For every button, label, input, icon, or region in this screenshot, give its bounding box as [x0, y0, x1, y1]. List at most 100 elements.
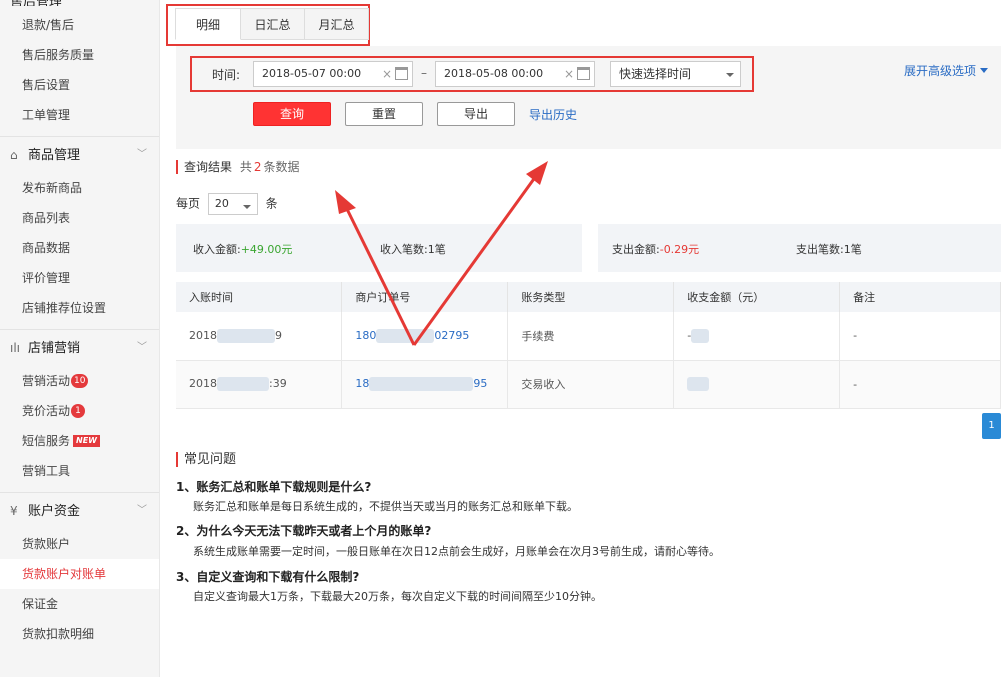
- sidebar-item-after-sales-settings[interactable]: 售后设置: [0, 70, 159, 100]
- quick-time-select[interactable]: 快速选择时间: [610, 61, 741, 87]
- column-header: 入账时间: [176, 282, 343, 312]
- page-size-value: 20: [214, 197, 229, 210]
- cell-type: 交易收入: [507, 360, 675, 409]
- sidebar-item-label: 竞价活动: [22, 404, 71, 418]
- income-count-value: 1笔: [427, 243, 446, 256]
- faq-answer: 账务汇总和账单是每日系统生成的，不提供当天或当月的账务汇总和账单下载。: [193, 500, 578, 513]
- expense-count: 支出笔数:1笔: [796, 241, 862, 257]
- sidebar-item-deduction-detail[interactable]: 货款扣款明细: [0, 619, 159, 649]
- expense-count-label: 支出笔数:: [796, 243, 844, 256]
- faq-question: 3、自定义查询和下载有什么限制?: [176, 570, 360, 584]
- redacted-block: [217, 377, 269, 391]
- cell-time: 2018 9: [176, 312, 343, 361]
- page-size-unit: 条: [265, 196, 278, 211]
- redacted-block: [217, 328, 275, 343]
- income-amount: 收入金额:+49.00元: [193, 241, 292, 257]
- export-history-link[interactable]: 导出历史: [529, 106, 577, 123]
- expense-amount: 支出金额:-0.29元: [612, 241, 699, 257]
- sidebar-group-account[interactable]: ¥ 账户资金 ﹀: [0, 493, 159, 529]
- faq-answer: 自定义查询最大1万条，下载最大20万条，每次自定义下载的时间间隔至少10分钟。: [193, 590, 602, 603]
- chevron-down-icon: ﹀: [137, 505, 147, 516]
- income-count: 收入笔数:1笔: [380, 241, 446, 257]
- page-size-control: 每页 20 条: [176, 193, 278, 215]
- income-amount-value: +49.00元: [240, 243, 293, 256]
- sidebar-item-deposit[interactable]: 保证金: [0, 589, 159, 619]
- chevron-down-icon: ﹀: [137, 342, 147, 353]
- sidebar-item-label: 短信服务: [22, 434, 71, 448]
- tab-bar: 明细 日汇总 月汇总: [175, 8, 369, 40]
- cell-type: 手续费: [507, 312, 675, 361]
- sidebar-item-work-orders[interactable]: 工单管理: [0, 100, 159, 130]
- tab-detail[interactable]: 明细: [175, 8, 241, 40]
- sidebar-item-recommend-slots[interactable]: 店铺推荐位设置: [0, 293, 159, 323]
- expense-amount-label: 支出金额:: [612, 243, 660, 256]
- query-button[interactable]: 查询: [253, 102, 331, 126]
- sidebar-item-product-data[interactable]: 商品数据: [0, 233, 159, 263]
- expense-count-value: 1笔: [843, 243, 862, 256]
- reset-button[interactable]: 重置: [345, 102, 423, 126]
- time-visible-end: 9: [275, 328, 282, 342]
- chevron-down-icon: ﹀: [137, 149, 147, 160]
- column-header: 商户订单号: [341, 282, 509, 312]
- count-badge: 1: [71, 404, 86, 418]
- sidebar-item-sms[interactable]: 短信服务 NEW: [0, 426, 159, 456]
- caret-down-icon: [980, 68, 989, 73]
- tab-monthly-summary[interactable]: 月汇总: [305, 8, 369, 40]
- yen-icon: ¥: [10, 504, 18, 518]
- sidebar-item-refund[interactable]: 退款/售后: [0, 10, 159, 40]
- sidebar-item-product-list[interactable]: 商品列表: [0, 203, 159, 233]
- export-button[interactable]: 导出: [437, 102, 515, 126]
- calendar-icon[interactable]: [395, 67, 408, 80]
- time-label: 时间:: [212, 68, 241, 82]
- redacted-block: [687, 377, 710, 391]
- time-visible-end: :39: [269, 377, 287, 390]
- order-visible-end: 95: [473, 377, 488, 390]
- sidebar-item-bidding[interactable]: 竞价活动 1: [0, 396, 159, 426]
- time-visible-start: 2018: [189, 377, 217, 390]
- cell-note: -: [839, 312, 1001, 361]
- cell-order-id: 18 95: [341, 360, 509, 409]
- sidebar-group-products[interactable]: ⌂ 商品管理 ﹀: [0, 137, 159, 173]
- clear-icon[interactable]: ×: [564, 62, 574, 86]
- faq-title: 常见问题: [176, 452, 236, 467]
- sidebar-item-marketing-tools[interactable]: 营销工具: [0, 456, 159, 486]
- cell-amount: [673, 360, 841, 409]
- page-button-current[interactable]: 1: [982, 413, 1001, 439]
- cell-time: 2018 :39: [176, 360, 343, 409]
- sidebar-item-payment-account[interactable]: 货款账户: [0, 529, 159, 559]
- sidebar-group-label: 账户资金: [28, 504, 81, 519]
- sidebar-item-after-sales-quality[interactable]: 售后服务质量: [0, 40, 159, 70]
- tab-daily-summary[interactable]: 日汇总: [241, 8, 305, 40]
- count-badge: 10: [71, 374, 89, 388]
- cell-note: -: [839, 360, 1001, 409]
- start-date-input[interactable]: 2018-05-07 00:00 ×: [253, 61, 413, 87]
- time-visible-start: 2018: [189, 328, 217, 342]
- advanced-options-link[interactable]: 展开高级选项: [904, 62, 989, 79]
- sidebar-item-campaigns[interactable]: 营销活动 10: [0, 366, 159, 396]
- redacted-block: [691, 328, 710, 343]
- end-date-input[interactable]: 2018-05-08 00:00 ×: [435, 61, 595, 87]
- sidebar-item-account-statement[interactable]: 货款账户对账单: [0, 559, 159, 589]
- page-size-select[interactable]: 20: [207, 193, 258, 215]
- order-link[interactable]: 18 95: [355, 377, 488, 391]
- clear-icon[interactable]: ×: [382, 62, 392, 86]
- order-visible-start: 18: [355, 377, 370, 390]
- column-header: 收支金额（元）: [673, 282, 841, 312]
- result-label: 查询结果: [184, 160, 233, 174]
- result-prefix: 共: [239, 160, 252, 174]
- new-badge: NEW: [73, 435, 100, 447]
- date-range-separator: –: [421, 66, 427, 80]
- sidebar-item-reviews[interactable]: 评价管理: [0, 263, 159, 293]
- faq-answer: 系统生成账单需要一定时间，一般日账单在次日12点前会生成好，月账单会在次月3号前…: [193, 545, 720, 558]
- column-header: 备注: [839, 282, 1001, 312]
- order-visible-start: 180: [355, 328, 377, 342]
- order-link[interactable]: 180 02795: [355, 328, 469, 343]
- expense-amount-value: -0.29元: [659, 243, 700, 256]
- start-date-value: 2018-05-07 00:00: [262, 67, 362, 80]
- faq-question: 1、账务汇总和账单下载规则是什么?: [176, 480, 372, 494]
- calendar-icon[interactable]: [577, 67, 590, 80]
- income-count-label: 收入笔数:: [380, 243, 428, 256]
- cell-order-id: 180 02795: [341, 312, 509, 361]
- sidebar-item-publish-product[interactable]: 发布新商品: [0, 173, 159, 203]
- sidebar-group-marketing[interactable]: ılı 店铺营销 ﹀: [0, 330, 159, 366]
